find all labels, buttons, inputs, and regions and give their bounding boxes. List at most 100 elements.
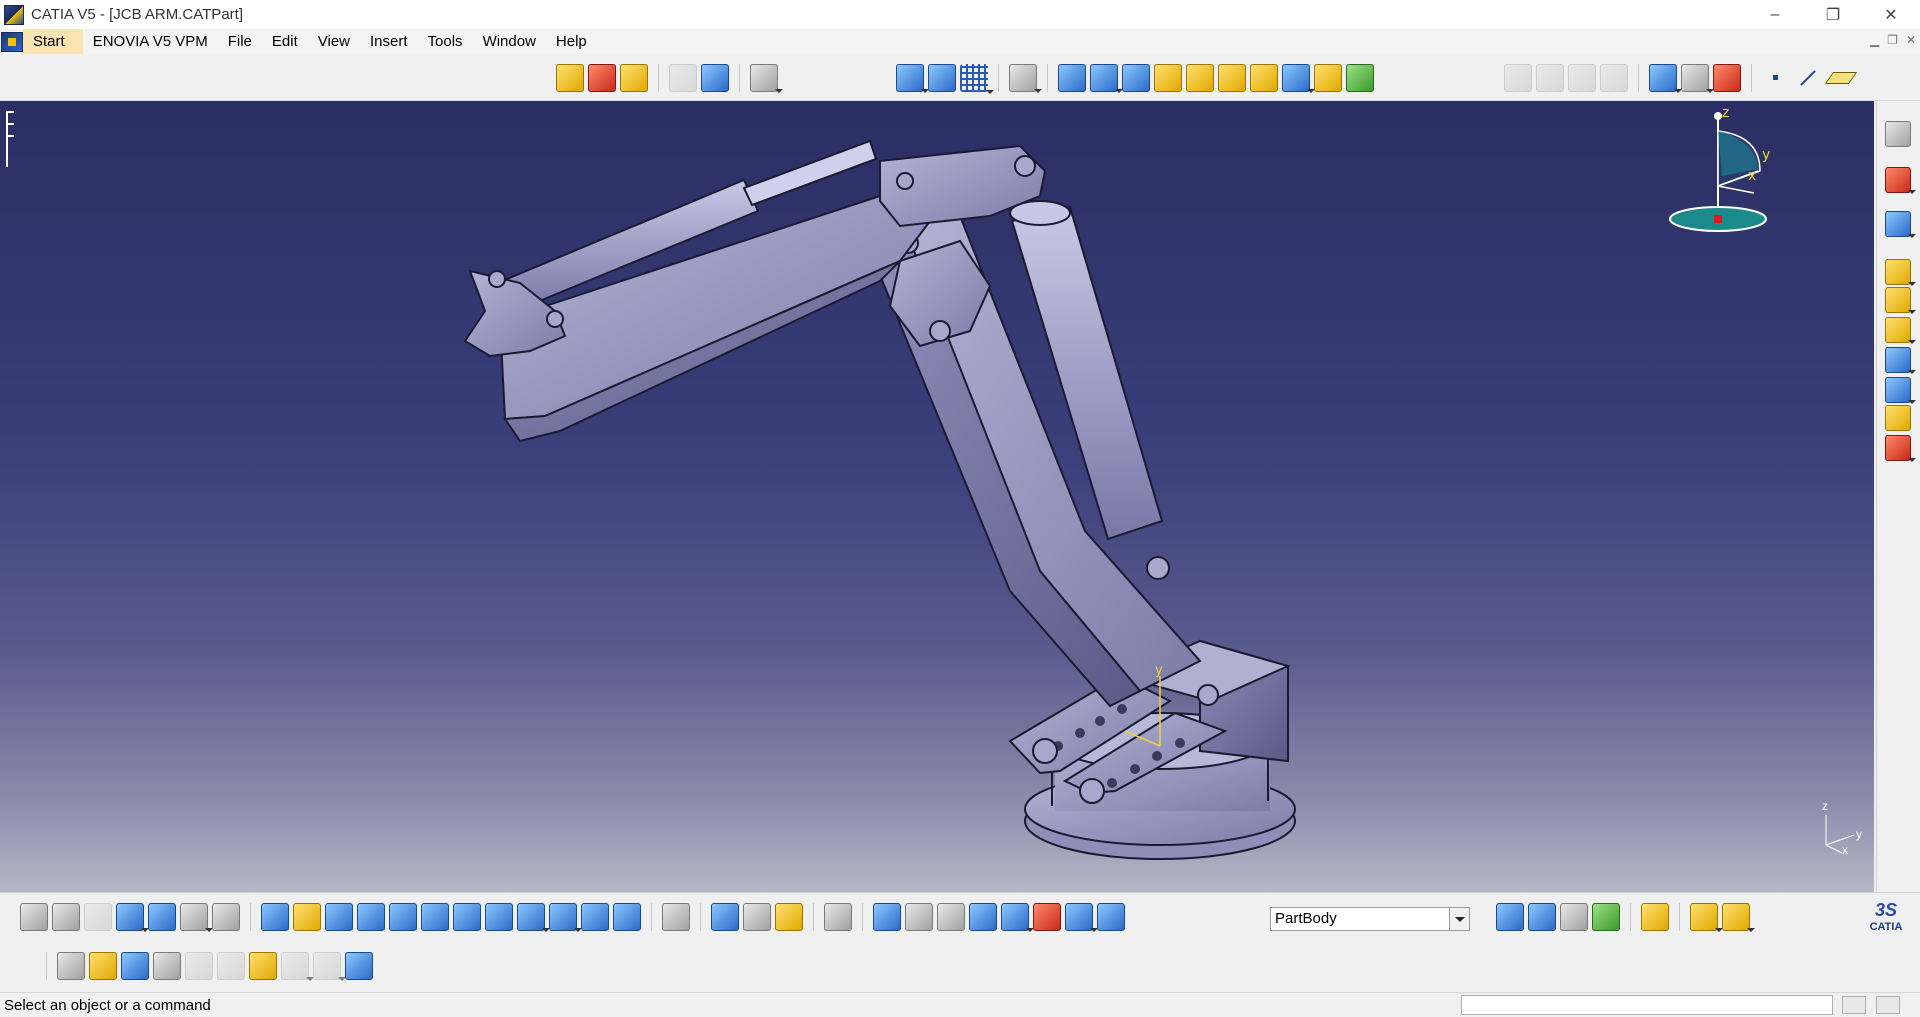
plane-icon[interactable] bbox=[1826, 64, 1854, 92]
jcb-arm-model[interactable]: y bbox=[0, 101, 1874, 892]
select-arrow-icon[interactable] bbox=[1885, 167, 1916, 194]
draft-analysis-icon[interactable] bbox=[1496, 903, 1524, 931]
pad-side-icon[interactable] bbox=[1885, 259, 1916, 286]
status-stop-icon[interactable] bbox=[1876, 996, 1900, 1014]
document-icon[interactable] bbox=[1, 31, 23, 52]
copy-icon[interactable] bbox=[217, 952, 245, 980]
shaft-icon[interactable] bbox=[620, 64, 648, 92]
fit-all-in-icon[interactable] bbox=[1009, 64, 1042, 93]
parameter-icon[interactable] bbox=[212, 903, 240, 931]
save-icon[interactable] bbox=[121, 952, 149, 980]
formula-icon[interactable] bbox=[20, 903, 48, 931]
doc-restore-icon[interactable]: ❐ bbox=[1887, 33, 1898, 47]
curvature-analysis-icon[interactable] bbox=[1528, 903, 1556, 931]
table-icon[interactable] bbox=[669, 64, 697, 92]
comment-icon[interactable] bbox=[52, 903, 80, 931]
list-icon[interactable] bbox=[1065, 903, 1098, 932]
annotation-text-icon[interactable] bbox=[1649, 64, 1682, 93]
menu-enovia[interactable]: ENOVIA V5 VPM bbox=[83, 29, 218, 54]
fly-mode-icon[interactable] bbox=[261, 903, 289, 931]
iso-view-icon[interactable] bbox=[517, 903, 550, 932]
catalog-icon[interactable] bbox=[701, 64, 729, 92]
remove-loft-icon[interactable] bbox=[1346, 64, 1374, 92]
knowledge-advisor-icon[interactable] bbox=[180, 903, 213, 932]
new-file-icon[interactable] bbox=[57, 952, 85, 980]
fix-together-icon[interactable] bbox=[928, 64, 956, 92]
chevron-down-icon[interactable] bbox=[1449, 908, 1469, 930]
menu-help[interactable]: Help bbox=[546, 29, 597, 54]
normal-view-icon[interactable] bbox=[453, 903, 481, 931]
mirror-icon[interactable] bbox=[1885, 377, 1916, 404]
restore-button[interactable]: ❐ bbox=[1804, 0, 1862, 29]
status-toggle-icon[interactable] bbox=[1842, 996, 1866, 1014]
hide-show-icon[interactable] bbox=[581, 903, 609, 931]
fit-all-icon[interactable] bbox=[293, 903, 321, 931]
swap-visible-space-icon[interactable] bbox=[613, 903, 641, 931]
thread-analysis-icon[interactable] bbox=[1560, 903, 1588, 931]
body-select-dropdown[interactable]: PartBody bbox=[1270, 907, 1470, 931]
pan-icon[interactable] bbox=[325, 903, 353, 931]
apply-material-icon[interactable] bbox=[1713, 64, 1741, 92]
law-icon[interactable] bbox=[148, 903, 176, 931]
menu-view[interactable]: View bbox=[308, 29, 360, 54]
shell-icon[interactable] bbox=[1600, 64, 1628, 92]
stiffener-icon[interactable] bbox=[1250, 64, 1278, 92]
fillet-side-icon[interactable] bbox=[1885, 287, 1916, 314]
hole-icon[interactable] bbox=[1154, 64, 1182, 92]
gear-icon[interactable] bbox=[1885, 121, 1911, 147]
fillet-icon[interactable] bbox=[1504, 64, 1532, 92]
draft-icon[interactable] bbox=[1568, 64, 1596, 92]
scene-icon[interactable] bbox=[1722, 903, 1755, 932]
create-datum-icon[interactable] bbox=[1001, 903, 1034, 932]
menu-file[interactable]: File bbox=[218, 29, 262, 54]
loft-icon[interactable] bbox=[1314, 64, 1342, 92]
zoom-out-icon[interactable] bbox=[421, 903, 449, 931]
grid-icon[interactable] bbox=[960, 64, 994, 94]
3d-viewport[interactable]: y z y x z y x bbox=[0, 101, 1874, 892]
print-icon[interactable] bbox=[153, 952, 181, 980]
pad-feature-icon[interactable] bbox=[1122, 64, 1150, 92]
menu-insert[interactable]: Insert bbox=[360, 29, 418, 54]
catalog-browser-icon[interactable] bbox=[662, 903, 690, 931]
zoom-in-icon[interactable] bbox=[389, 903, 417, 931]
slot-icon[interactable] bbox=[1218, 64, 1246, 92]
menu-tools[interactable]: Tools bbox=[418, 29, 473, 54]
work-on-support-icon[interactable] bbox=[1097, 903, 1125, 931]
positioned-sketch-icon[interactable] bbox=[1090, 64, 1123, 93]
flag-note-icon[interactable] bbox=[1681, 64, 1714, 93]
solid-combine-icon[interactable] bbox=[1282, 64, 1315, 93]
chamfer-icon[interactable] bbox=[1536, 64, 1564, 92]
hand-icon[interactable] bbox=[905, 903, 933, 931]
rib-icon[interactable] bbox=[1186, 64, 1214, 92]
material-library-icon[interactable] bbox=[1641, 903, 1669, 931]
redo-icon[interactable] bbox=[313, 952, 346, 981]
insert-body-icon[interactable] bbox=[750, 64, 783, 93]
rotate-icon[interactable] bbox=[357, 903, 385, 931]
sketch-icon[interactable] bbox=[1885, 211, 1916, 238]
pocket-icon[interactable] bbox=[588, 64, 616, 92]
line-icon[interactable] bbox=[1794, 64, 1822, 92]
measure-inertia-icon[interactable] bbox=[775, 903, 803, 931]
compass-widget[interactable]: z y x bbox=[1660, 105, 1770, 241]
render-style-icon[interactable] bbox=[1592, 903, 1620, 931]
point-icon[interactable] bbox=[1762, 64, 1790, 92]
menu-start[interactable]: Start bbox=[23, 29, 83, 54]
open-file-icon[interactable] bbox=[89, 952, 117, 980]
doc-minimize-icon[interactable]: ▁ bbox=[1870, 33, 1879, 47]
rule-icon[interactable] bbox=[84, 903, 112, 931]
axis-system-icon[interactable] bbox=[937, 903, 965, 931]
cut-icon[interactable] bbox=[185, 952, 213, 980]
paste-icon[interactable] bbox=[249, 952, 277, 980]
only-current-body-icon[interactable] bbox=[1033, 903, 1061, 931]
pad-icon[interactable] bbox=[556, 64, 584, 92]
menu-window[interactable]: Window bbox=[473, 29, 546, 54]
undo-icon[interactable] bbox=[281, 952, 314, 981]
thickness-icon[interactable] bbox=[1885, 347, 1916, 374]
menu-edit[interactable]: Edit bbox=[262, 29, 308, 54]
close-button[interactable]: ✕ bbox=[1862, 0, 1920, 29]
multi-view-icon[interactable] bbox=[485, 903, 513, 931]
minimize-button[interactable]: – bbox=[1746, 0, 1804, 29]
camera-icon[interactable] bbox=[824, 903, 852, 931]
unit-icon[interactable] bbox=[969, 903, 997, 931]
whats-this-help-icon[interactable] bbox=[345, 952, 373, 980]
